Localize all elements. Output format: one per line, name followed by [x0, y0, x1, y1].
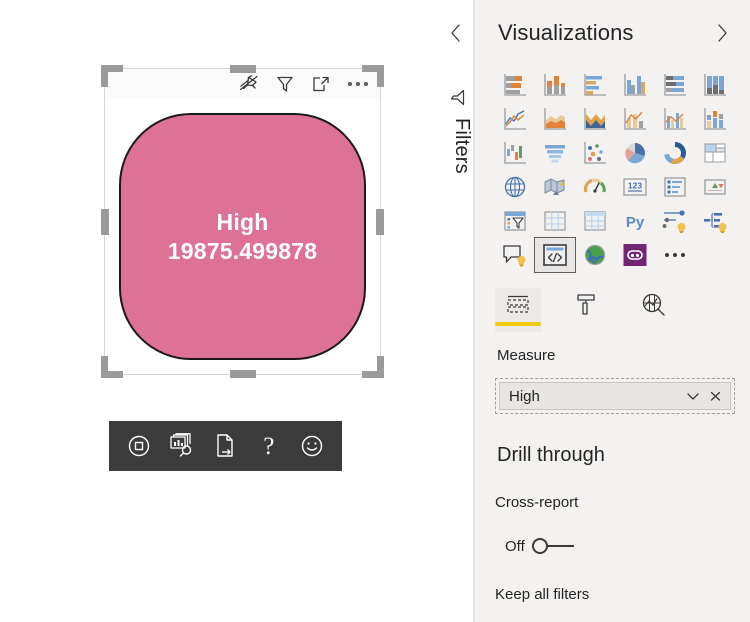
- code-visual[interactable]: [534, 237, 576, 273]
- ribbon-chart[interactable]: [695, 102, 735, 136]
- canvas-floating-toolbar: ?: [109, 421, 342, 471]
- selected-visual[interactable]: High 19875.499878: [101, 65, 384, 378]
- card-title: High: [216, 208, 269, 235]
- filter-icon[interactable]: [274, 73, 296, 95]
- gallery-empty-slot: [695, 238, 735, 272]
- kpi[interactable]: [695, 170, 735, 204]
- key-influencers[interactable]: [655, 204, 695, 238]
- map[interactable]: [495, 170, 535, 204]
- focus-mode-icon[interactable]: [310, 73, 332, 95]
- chevron-left-icon[interactable]: [446, 22, 466, 44]
- pin-visual-icon[interactable]: [238, 73, 260, 95]
- filled-map[interactable]: [535, 170, 575, 204]
- toggle-state-label: Off: [505, 537, 525, 555]
- visual-type-gallery: 123 Py: [495, 68, 735, 273]
- resize-handle-bottom[interactable]: [229, 370, 256, 378]
- drill-through-title: Drill through: [497, 444, 605, 466]
- filters-pane-label: Filters: [451, 118, 473, 174]
- resize-handle-bottom-right[interactable]: [362, 356, 384, 378]
- scatter-chart[interactable]: [575, 136, 615, 170]
- paint-roller-icon: [574, 288, 598, 322]
- resize-handle-top[interactable]: [229, 65, 256, 73]
- slicer[interactable]: [495, 204, 535, 238]
- visual-body: High 19875.499878: [105, 99, 380, 374]
- chevron-down-icon[interactable]: [682, 385, 704, 407]
- insights-icon[interactable]: [165, 429, 199, 463]
- clustered-column-chart[interactable]: [615, 68, 655, 102]
- stacked-area-chart[interactable]: [575, 102, 615, 136]
- tab-fields[interactable]: [495, 288, 541, 332]
- tab-format[interactable]: [563, 288, 609, 332]
- resize-handle-left[interactable]: [101, 208, 109, 235]
- hundred-percent-stacked-bar-chart[interactable]: [655, 68, 695, 102]
- power-bi-report-editor: High 19875.499878 ? Filters Visualizatio…: [0, 0, 750, 622]
- field-drop-zone[interactable]: High: [495, 378, 735, 414]
- more-visuals[interactable]: [655, 238, 695, 272]
- python-visual[interactable]: Py: [615, 204, 655, 238]
- tab-indicator: [563, 322, 609, 326]
- fields-icon: [505, 288, 531, 322]
- resize-handle-top-left[interactable]: [101, 65, 123, 87]
- resize-handle-right[interactable]: [376, 208, 384, 235]
- qanda-visual[interactable]: [495, 238, 535, 272]
- export-page-icon[interactable]: [208, 429, 242, 463]
- matrix[interactable]: [575, 204, 615, 238]
- line-and-clustered-column-chart[interactable]: [655, 102, 695, 136]
- tab-indicator: [631, 322, 677, 326]
- decomposition-tree[interactable]: [695, 204, 735, 238]
- card[interactable]: 123: [615, 170, 655, 204]
- cross-report-toggle[interactable]: [531, 535, 576, 557]
- visualizations-header: Visualizations: [451, 0, 750, 62]
- pane-tabs: [495, 288, 735, 336]
- line-chart[interactable]: [495, 102, 535, 136]
- resize-handle-bottom-left[interactable]: [101, 356, 123, 378]
- tab-active-indicator: [495, 322, 541, 326]
- stacked-column-chart[interactable]: [535, 68, 575, 102]
- toggle-knob: [531, 538, 548, 554]
- cross-report-toggle-row: Off: [505, 535, 576, 557]
- waterfall-chart[interactable]: [495, 136, 535, 170]
- field-well-label: Measure: [497, 347, 556, 364]
- treemap[interactable]: [695, 136, 735, 170]
- record-icon[interactable]: [122, 429, 156, 463]
- card-value: 19875.499878: [167, 237, 318, 264]
- visualizations-pane: Visualizations 123 Py Measure High Drill…: [451, 0, 750, 622]
- line-and-stacked-column-chart[interactable]: [615, 102, 655, 136]
- area-chart[interactable]: [535, 102, 575, 136]
- arcgis-maps[interactable]: [575, 238, 615, 272]
- donut-chart[interactable]: [655, 136, 695, 170]
- gauge[interactable]: [575, 170, 615, 204]
- field-chip[interactable]: High: [499, 382, 731, 410]
- filter-funnel-icon: [444, 89, 467, 107]
- analytics-magnifier-icon: [641, 288, 667, 322]
- cross-report-label: Cross-report: [495, 494, 579, 511]
- custom-visual[interactable]: [615, 238, 655, 272]
- hundred-percent-stacked-column-chart[interactable]: [695, 68, 735, 102]
- pie-chart[interactable]: [615, 136, 655, 170]
- clustered-bar-chart[interactable]: [575, 68, 615, 102]
- rounded-square-shape[interactable]: High 19875.499878: [119, 113, 366, 360]
- filters-pane-collapsed[interactable]: Filters: [436, 0, 474, 622]
- svg-text:Py: Py: [626, 214, 645, 231]
- resize-handle-top-right[interactable]: [362, 65, 384, 87]
- tab-analytics[interactable]: [631, 288, 677, 332]
- stacked-bar-chart[interactable]: [495, 68, 535, 102]
- funnel-chart[interactable]: [535, 136, 575, 170]
- keep-all-filters-label: Keep all filters: [495, 586, 590, 603]
- field-chip-label: High: [509, 387, 540, 405]
- svg-text:123: 123: [628, 181, 642, 191]
- report-canvas[interactable]: High 19875.499878 ?: [0, 0, 436, 622]
- table[interactable]: [535, 204, 575, 238]
- help-icon[interactable]: ?: [252, 429, 286, 463]
- chevron-right-icon[interactable]: [712, 22, 732, 44]
- close-icon[interactable]: [704, 385, 726, 407]
- feedback-smiley-icon[interactable]: [295, 429, 329, 463]
- page-title: Visualizations: [498, 20, 634, 45]
- visual-header-toolbar: [105, 69, 380, 99]
- multi-row-card[interactable]: [655, 170, 695, 204]
